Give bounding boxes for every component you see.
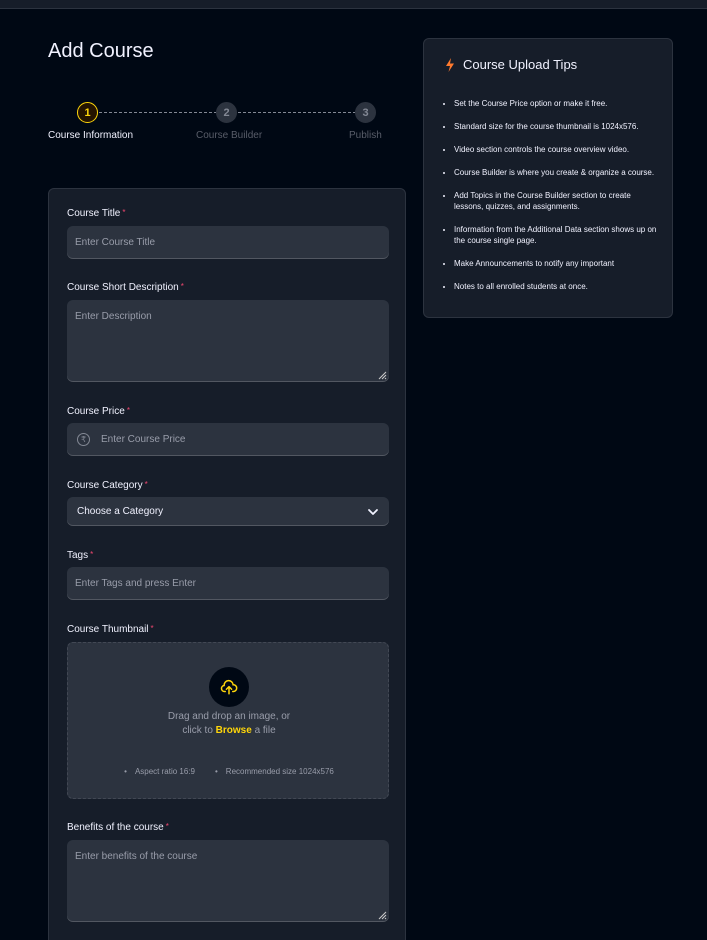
course-thumbnail-label: Course Thumbnail * bbox=[67, 624, 154, 635]
course-description-placeholder: Enter Description bbox=[75, 311, 152, 322]
chevron-down-icon bbox=[368, 508, 378, 515]
rupee-icon: ₹ bbox=[77, 433, 90, 446]
tip-item: Notes to all enrolled students at once. bbox=[454, 281, 660, 292]
tip-item: Standard size for the course thumbnail i… bbox=[454, 121, 660, 132]
course-description-label: Course Short Description * bbox=[67, 282, 184, 293]
benefits-label: Benefits of the course * bbox=[67, 822, 169, 833]
tip-item: Video section controls the course overvi… bbox=[454, 144, 660, 155]
course-description-textarea[interactable]: Enter Description bbox=[67, 300, 389, 382]
course-category-select[interactable]: Choose a Category bbox=[67, 497, 389, 526]
tips-title: Course Upload Tips bbox=[444, 57, 577, 72]
course-title-placeholder: Enter Course Title bbox=[75, 237, 156, 248]
tip-item: Information from the Additional Data sec… bbox=[454, 224, 660, 246]
upload-icon bbox=[209, 667, 249, 707]
tip-item: Set the Course Price option or make it f… bbox=[454, 98, 660, 109]
dropzone-hints: Aspect ratio 16:9 Recommended size 1024x… bbox=[68, 767, 390, 776]
hint-recommended-size: Recommended size 1024x576 bbox=[215, 767, 334, 776]
benefits-placeholder: Enter benefits of the course bbox=[75, 851, 198, 862]
dropzone-text-line2: click to Browse a file bbox=[182, 725, 276, 736]
progress-stepper: 1 2 3 Course Information Course Builder … bbox=[48, 102, 382, 142]
tips-list: Set the Course Price option or make it f… bbox=[454, 98, 660, 304]
course-title-input[interactable]: Enter Course Title bbox=[67, 226, 389, 259]
resize-handle-icon[interactable] bbox=[378, 371, 387, 380]
tags-label: Tags * bbox=[67, 550, 94, 561]
browse-link[interactable]: Browse bbox=[216, 725, 252, 736]
course-category-label: Course Category * bbox=[67, 480, 148, 491]
step-2-circle[interactable]: 2 bbox=[216, 102, 237, 123]
benefits-textarea[interactable]: Enter benefits of the course bbox=[67, 840, 389, 922]
step-3-circle[interactable]: 3 bbox=[355, 102, 376, 123]
course-price-input[interactable]: ₹ Enter Course Price bbox=[67, 423, 389, 456]
resize-handle-icon[interactable] bbox=[378, 911, 387, 920]
step-connector bbox=[238, 112, 356, 113]
course-price-placeholder: Enter Course Price bbox=[101, 434, 186, 445]
tip-item: Make Announcements to notify any importa… bbox=[454, 258, 660, 269]
tags-input[interactable]: Enter Tags and press Enter bbox=[67, 567, 389, 600]
step-1-label: Course Information bbox=[48, 130, 134, 141]
tip-item: Add Topics in the Course Builder section… bbox=[454, 190, 660, 212]
hint-aspect-ratio: Aspect ratio 16:9 bbox=[124, 767, 195, 776]
step-2-label: Course Builder bbox=[196, 130, 263, 141]
course-title-label: Course Title * bbox=[67, 208, 126, 219]
course-category-value: Choose a Category bbox=[77, 506, 164, 517]
course-upload-tips: Course Upload Tips Set the Course Price … bbox=[423, 38, 673, 318]
step-connector bbox=[99, 112, 217, 113]
course-form: Course Title * Enter Course Title Course … bbox=[48, 188, 406, 940]
tags-placeholder: Enter Tags and press Enter bbox=[75, 578, 196, 589]
page-title: Add Course bbox=[48, 40, 154, 62]
thumbnail-dropzone[interactable]: Drag and drop an image, or click to Brow… bbox=[67, 642, 389, 799]
step-1-circle[interactable]: 1 bbox=[77, 102, 98, 123]
tip-item: Course Builder is where you create & org… bbox=[454, 167, 660, 178]
course-price-label: Course Price * bbox=[67, 406, 130, 417]
top-navbar bbox=[0, 0, 707, 9]
dropzone-text-line1: Drag and drop an image, or bbox=[167, 711, 291, 722]
step-3-label: Publish bbox=[349, 130, 382, 141]
lightning-bolt-icon bbox=[446, 57, 454, 72]
